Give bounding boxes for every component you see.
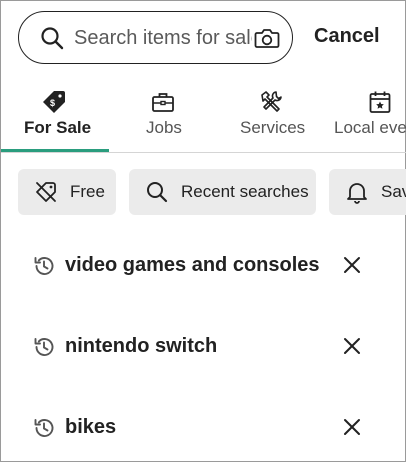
tab-label: Jobs (146, 118, 182, 137)
no-price-tag-icon (36, 182, 56, 202)
search-icon (41, 27, 64, 50)
history-icon (34, 338, 54, 356)
chip-recent-searches[interactable]: Recent searches (129, 169, 316, 215)
history-icon (34, 257, 54, 275)
tab-label: Services (240, 118, 306, 137)
calendar-icon (369, 91, 391, 113)
tab-jobs[interactable]: Jobs (109, 81, 219, 151)
briefcase-icon (152, 93, 174, 112)
chip-label: Recent searches (181, 182, 309, 201)
recent-search-label: bikes (65, 416, 117, 438)
chip-saved[interactable]: Saved (329, 169, 406, 215)
recent-search-label: nintendo switch (65, 335, 218, 357)
recent-search-label: video games and consoles (65, 254, 320, 276)
tab-for-sale[interactable]: $ For Sale (1, 81, 109, 152)
chip-label: Saved (381, 182, 406, 201)
list-item[interactable]: video games and consoles (1, 225, 406, 305)
price-tag-icon: $ (43, 91, 65, 113)
search-icon (147, 182, 168, 203)
tab-local-events[interactable]: Local events (323, 81, 406, 151)
bell-icon (347, 183, 367, 204)
search-input[interactable] (74, 20, 252, 56)
top-bar: Cancel (1, 1, 406, 77)
close-icon[interactable] (340, 253, 364, 277)
list-item[interactable]: bikes (1, 387, 406, 462)
chip-free[interactable]: Free (18, 169, 116, 215)
search-bar[interactable] (18, 11, 293, 64)
tab-label: Local events (334, 118, 406, 137)
list-item[interactable]: nintendo switch (1, 306, 406, 386)
filter-chips: Free Recent searches Saved (1, 169, 406, 217)
close-icon[interactable] (340, 415, 364, 439)
svg-text:$: $ (50, 98, 55, 108)
tab-label: For Sale (24, 118, 92, 137)
category-tabs: $ For Sale Jobs Services Local events (1, 81, 406, 153)
active-tab-indicator (1, 149, 109, 152)
camera-icon[interactable] (253, 24, 281, 52)
close-icon[interactable] (340, 334, 364, 358)
tab-services[interactable]: Services (219, 81, 323, 151)
cancel-button[interactable]: Cancel (314, 25, 380, 48)
history-icon (34, 419, 54, 437)
chip-label: Free (70, 182, 105, 201)
tools-icon (261, 91, 282, 112)
